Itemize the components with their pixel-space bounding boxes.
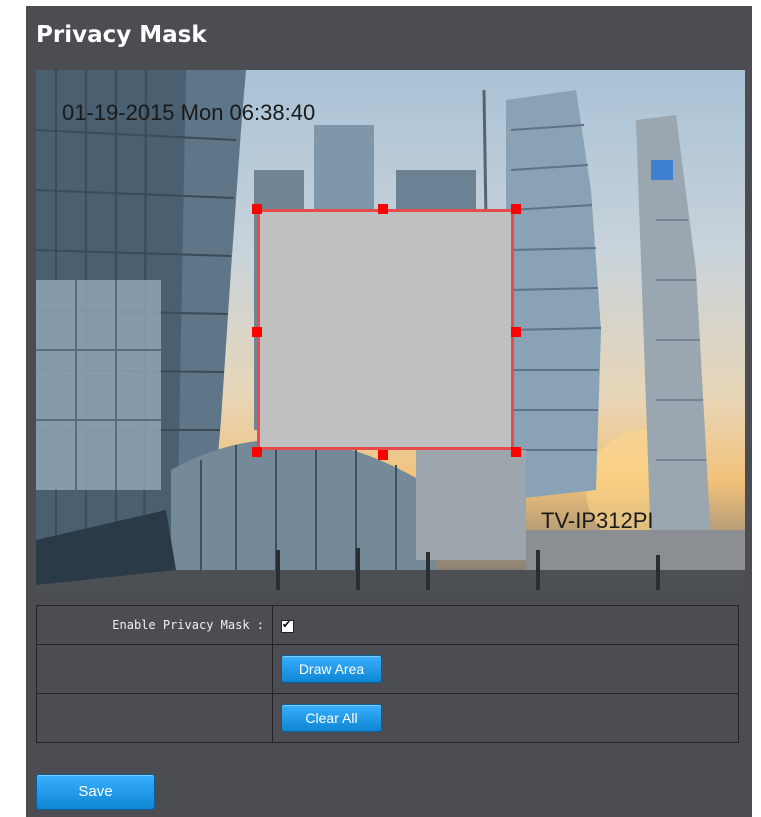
- enable-privacy-mask-checkbox[interactable]: ✔: [281, 617, 294, 633]
- osd-timestamp: 01-19-2015 Mon 06:38:40: [62, 100, 316, 125]
- resize-handle-top-left[interactable]: [252, 204, 262, 214]
- clear-all-cell: Clear All: [272, 693, 739, 743]
- privacy-mask-panel: Privacy Mask 01-19-2015 Mon 06:38:40 TV-…: [26, 6, 752, 817]
- resize-handle-left[interactable]: [252, 327, 262, 337]
- resize-handle-bottom-left[interactable]: [252, 447, 262, 457]
- checkmark-icon: ✔: [282, 617, 292, 631]
- clear-all-button[interactable]: Clear All: [281, 704, 382, 732]
- clear-all-row: Clear All: [36, 693, 739, 743]
- resize-handle-bottom-right[interactable]: [511, 447, 521, 457]
- enable-row: Enable Privacy Mask : ✔: [36, 605, 739, 645]
- privacy-mask-area[interactable]: [257, 209, 514, 450]
- draw-area-row: Draw Area: [36, 644, 739, 694]
- empty-label-cell: [36, 644, 273, 694]
- privacy-mask-settings-table: Enable Privacy Mask : ✔ Draw Area Clear …: [36, 605, 739, 743]
- resize-handle-top-right[interactable]: [511, 204, 521, 214]
- enable-privacy-mask-label: Enable Privacy Mask :: [36, 605, 273, 645]
- enable-privacy-mask-cell: ✔: [272, 605, 739, 645]
- empty-label-cell: [36, 693, 273, 743]
- resize-handle-right[interactable]: [511, 327, 521, 337]
- draw-area-cell: Draw Area: [272, 644, 739, 694]
- save-button[interactable]: Save: [36, 774, 155, 810]
- resize-handle-bottom[interactable]: [378, 450, 388, 460]
- draw-area-button[interactable]: Draw Area: [281, 655, 382, 683]
- camera-live-view[interactable]: 01-19-2015 Mon 06:38:40 TV-IP312PI: [36, 70, 745, 596]
- resize-handle-top[interactable]: [378, 204, 388, 214]
- page-title: Privacy Mask: [36, 22, 207, 48]
- osd-camera-name: TV-IP312PI: [541, 508, 654, 533]
